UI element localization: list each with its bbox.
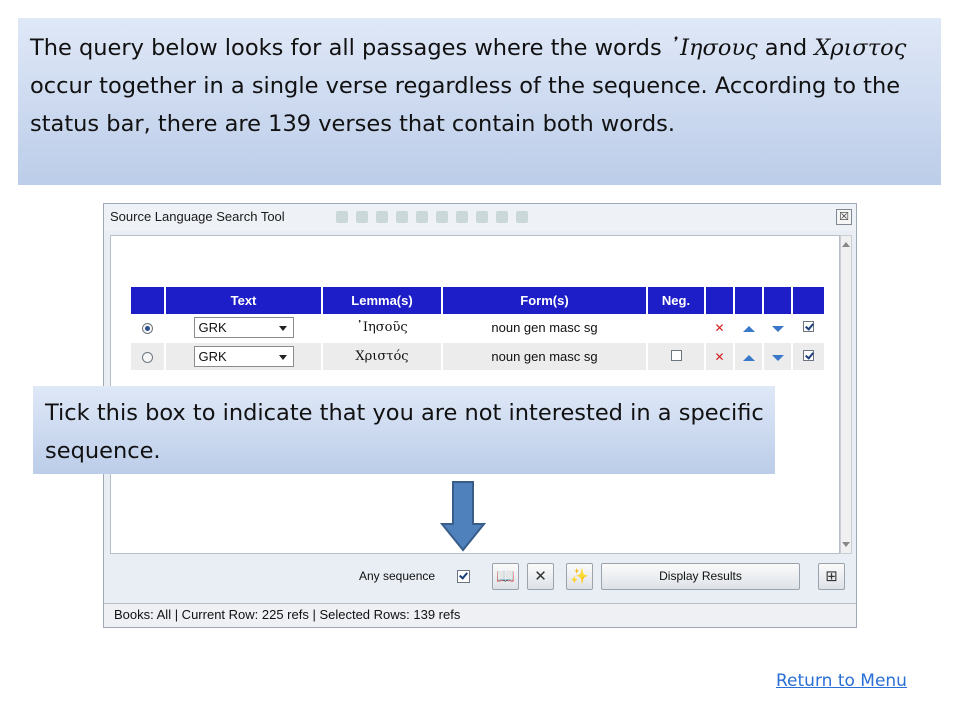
row-select-cell [131,342,166,372]
display-results-button[interactable]: Display Results [601,563,800,590]
move-down-icon[interactable] [771,355,784,361]
greek-word-christos: Χριστος [814,35,907,61]
row-select-radio[interactable] [142,352,153,363]
row-neg-cell [647,342,706,372]
close-icon: ✕ [534,567,547,585]
close-button[interactable]: ☒ [836,209,852,225]
toolbar-icon [336,211,348,223]
mid-callout-text: Tick this box to indicate that you are n… [45,400,764,464]
toolbar-icon [416,211,428,223]
toolbar-icon [436,211,448,223]
delete-row-icon[interactable]: ✕ [714,321,724,335]
any-sequence-label: Any sequence [359,569,436,583]
status-bar: Books: All | Current Row: 225 refs | Sel… [104,603,856,627]
scroll-up-icon[interactable] [842,242,850,247]
mid-callout: Tick this box to indicate that you are n… [33,386,775,474]
row-enable-cell [792,314,826,343]
header-lemma[interactable]: Lemma(s) [322,287,443,314]
move-up-icon[interactable] [742,355,755,361]
toolbar-icon [376,211,388,223]
row-select-cell [131,314,166,343]
sparkle-icon: ✨ [570,567,589,585]
row-enable-cell [792,342,826,372]
row-neg-cell [647,314,706,343]
neg-checkbox[interactable] [670,350,682,361]
scroll-down-icon[interactable] [842,542,850,547]
row-text-cell: GRK [165,314,323,343]
grid-header-row: Text Lemma(s) Form(s) Neg. [131,287,826,314]
vertical-scrollbar[interactable] [840,235,852,554]
row-text-cell: GRK [165,342,323,372]
return-to-menu-link[interactable]: Return to Menu [776,671,907,691]
grid-plus-icon: ⊞ [825,567,838,585]
header-neg[interactable]: Neg. [647,287,706,314]
row-form[interactable]: noun gen masc sg [442,342,648,372]
bottom-toolbar: Any sequence 📖 ✕ ✨ Display Results ⊞ [110,559,848,599]
toolbar-icon [496,211,508,223]
header-text[interactable]: Text [165,287,323,314]
query-row[interactable]: GRK Χριστός noun gen masc sg ✕ [131,342,826,372]
move-down-icon[interactable] [771,326,784,332]
top-callout-text: The query below looks for all passages w… [30,35,907,137]
window-title: Source Language Search Tool [110,209,285,224]
background-toolbar [332,208,632,226]
row-select-radio[interactable] [142,323,153,334]
row-enable-checkbox[interactable] [803,321,814,332]
greek-word-iesous: ᾿Ιησους [668,35,758,61]
row-down-cell [763,314,793,343]
delete-row-icon[interactable]: ✕ [714,350,724,364]
header-delete [705,287,735,314]
row-enable-checkbox[interactable] [803,350,814,361]
row-down-cell [763,342,793,372]
book-icon: 📖 [496,567,515,585]
toolbar-icon [356,211,368,223]
text-select[interactable]: GRK [193,317,294,338]
open-book-button[interactable]: 📖 [492,563,519,590]
toolbar-icon [396,211,408,223]
header-enable [792,287,826,314]
query-row[interactable]: GRK ᾿Ιησοῦς noun gen masc sg ✕ [131,314,826,343]
row-up-cell [734,314,764,343]
toolbar-icon [456,211,468,223]
status-text: Books: All | Current Row: 225 refs | Sel… [114,607,461,622]
window-titlebar: Source Language Search Tool ☒ [104,204,856,231]
text-select[interactable]: GRK [193,346,294,367]
export-button[interactable]: ⊞ [818,563,845,590]
move-up-icon[interactable] [742,326,755,332]
row-lemma[interactable]: ᾿Ιησοῦς [322,314,443,343]
header-up [734,287,764,314]
header-forms[interactable]: Form(s) [442,287,648,314]
toolbar-icon [476,211,488,223]
row-delete-cell: ✕ [705,314,735,343]
query-grid: Text Lemma(s) Form(s) Neg. GRK ᾿Ιησοῦς n… [131,287,826,372]
any-sequence-checkbox[interactable] [457,570,470,583]
toolbar-icon [516,211,528,223]
row-delete-cell: ✕ [705,342,735,372]
row-form[interactable]: noun gen masc sg [442,314,648,343]
new-query-button[interactable]: ✨ [566,563,593,590]
row-lemma[interactable]: Χριστός [322,342,443,372]
row-up-cell [734,342,764,372]
top-callout: The query below looks for all passages w… [18,18,941,185]
down-arrow-icon [439,481,487,552]
header-select [131,287,166,314]
clear-button[interactable]: ✕ [527,563,554,590]
header-down [763,287,793,314]
